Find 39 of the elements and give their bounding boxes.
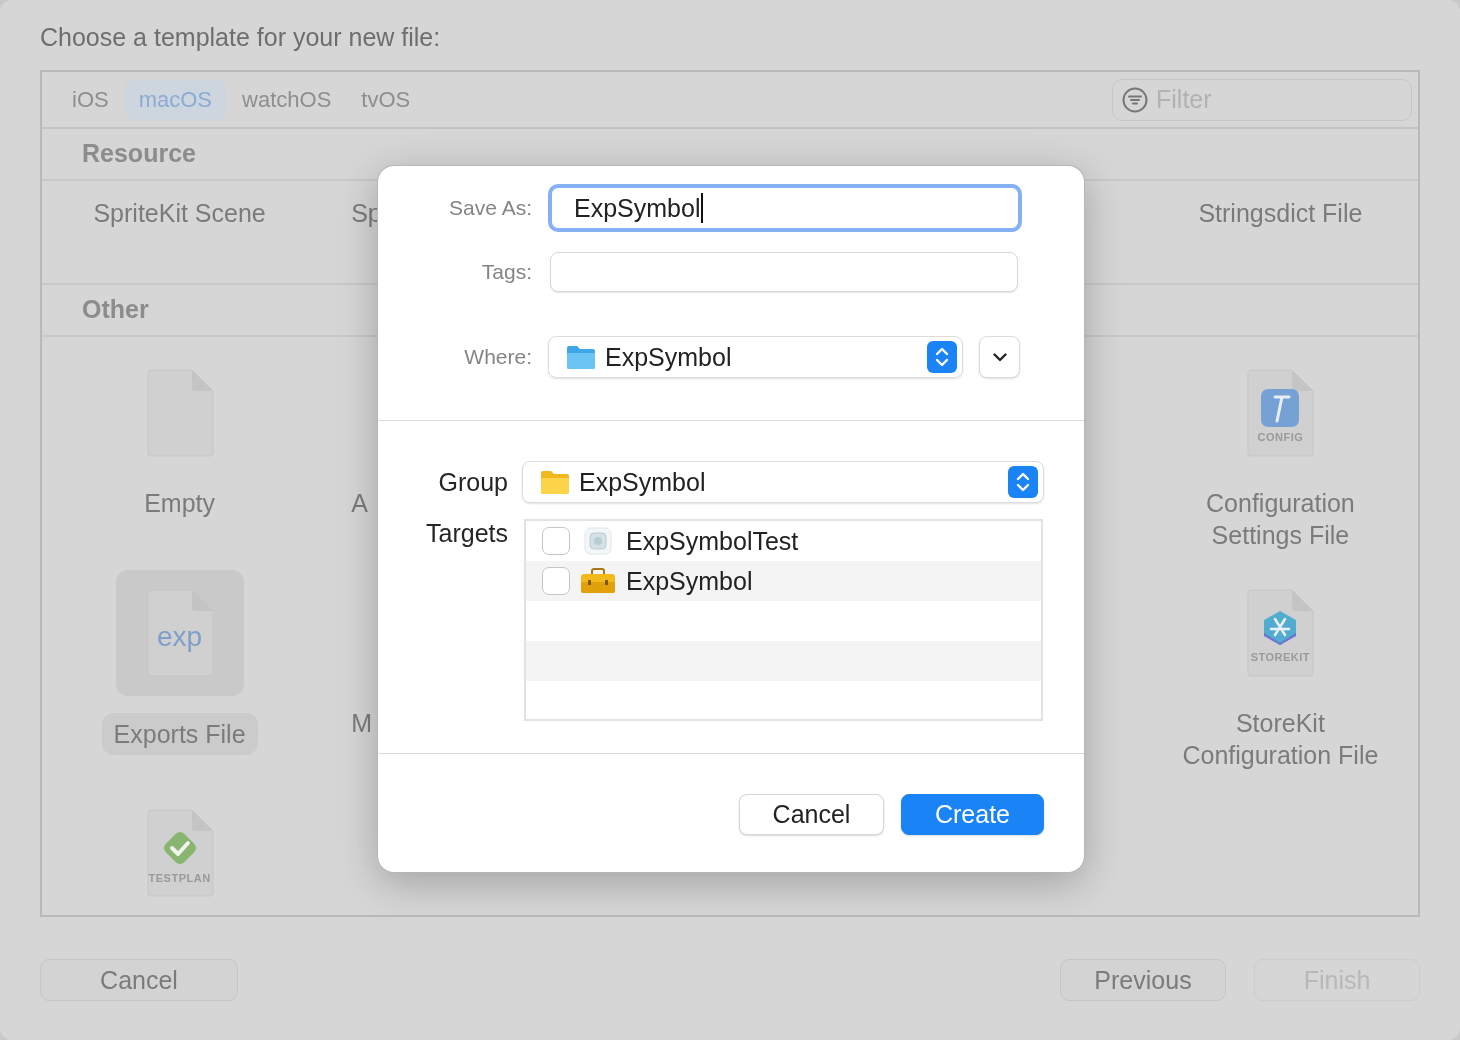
tags-label: Tags: <box>480 260 532 284</box>
where-label: Where: <box>463 345 532 369</box>
where-popup[interactable]: ExpSymbol <box>548 336 963 378</box>
cancel-button[interactable]: Cancel <box>739 794 884 835</box>
checkbox[interactable] <box>542 527 570 555</box>
platform-tab[interactable]: iOS <box>58 79 123 120</box>
platform-tab[interactable]: tvOS <box>347 79 425 120</box>
template-label[interactable]: A <box>351 487 368 519</box>
group-popup[interactable]: ExpSymbol <box>522 461 1044 503</box>
template-label[interactable]: M <box>351 707 372 739</box>
save-as-label: Save As: <box>448 196 532 220</box>
template-label[interactable]: StoreKit Configuration File <box>1164 707 1397 771</box>
footer-button[interactable]: Cancel <box>40 959 238 1001</box>
folder-icon <box>566 344 596 370</box>
template-label[interactable]: Exports File <box>101 713 258 755</box>
stepper-icon <box>1008 466 1038 498</box>
template-label[interactable]: Configuration Settings File <box>1164 487 1397 551</box>
window-title: Choose a template for your new file: <box>40 22 442 52</box>
template-label[interactable]: Empty <box>144 487 215 519</box>
target-name: ExpSymbolTest <box>626 526 799 556</box>
template-label[interactable]: Stringsdict File <box>1198 197 1363 229</box>
targets-label: Targets <box>425 519 508 548</box>
template-tile[interactable]: exp <box>115 570 244 696</box>
platform-tab[interactable]: macOS <box>124 79 227 120</box>
target-name: ExpSymbol <box>626 566 753 596</box>
toolbox-icon <box>580 568 616 594</box>
checkbox[interactable] <box>542 567 570 595</box>
create-button[interactable]: Create <box>901 794 1044 835</box>
folder-icon <box>540 469 570 495</box>
tags-field[interactable] <box>550 252 1018 292</box>
footer-button[interactable]: Previous <box>1060 959 1226 1001</box>
group-label: Group <box>437 467 508 497</box>
template-label[interactable]: SpriteKit Scene <box>93 197 266 229</box>
expand-button[interactable] <box>979 336 1020 378</box>
chevron-down-icon <box>992 352 1007 362</box>
save-as-field[interactable]: ExpSymbol <box>548 184 1022 232</box>
stepper-icon <box>927 341 957 373</box>
platform-tab[interactable]: watchOS <box>228 79 346 120</box>
filter-icon <box>1122 86 1148 113</box>
